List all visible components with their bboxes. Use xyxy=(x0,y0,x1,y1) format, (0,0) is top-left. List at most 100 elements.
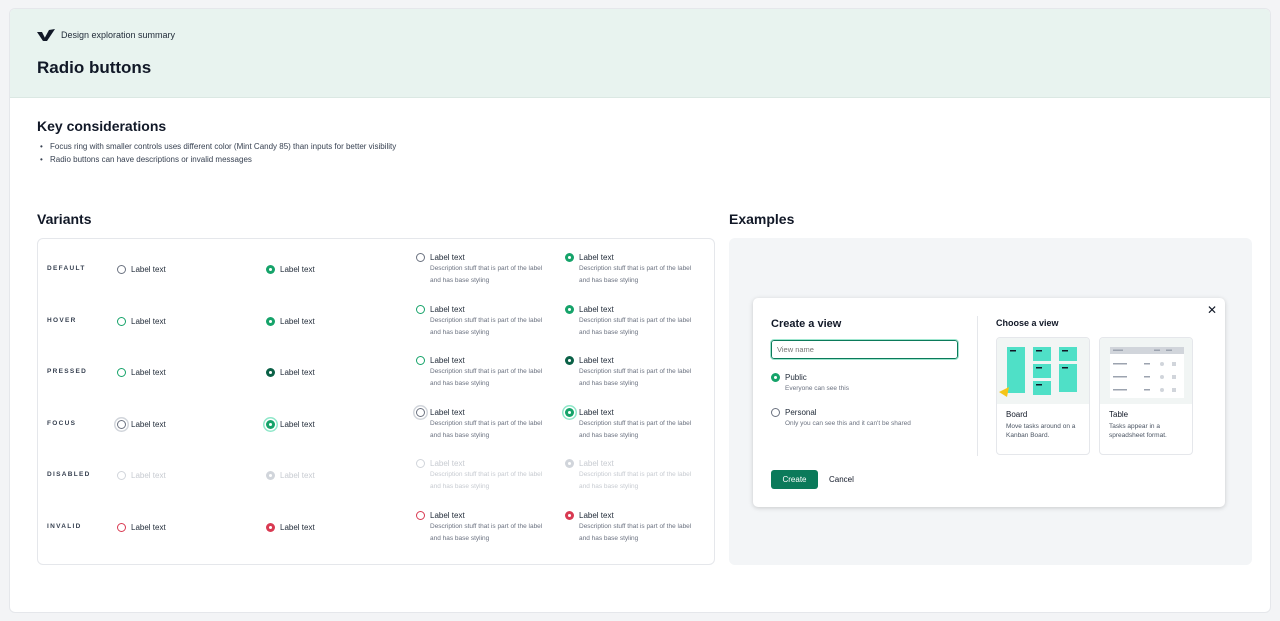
radio-checked-with-description[interactable]: Label text Description stuff that is part… xyxy=(565,252,699,287)
variant-state-label: FOCUS xyxy=(47,419,77,427)
variants-title: Variants xyxy=(37,211,92,227)
radio-unchecked-icon[interactable] xyxy=(117,265,126,274)
radio-unchecked-icon[interactable] xyxy=(416,407,425,417)
spreadsheet-icon xyxy=(1110,347,1184,398)
radio-checked: Label text xyxy=(266,470,315,481)
radio-label: Label text xyxy=(430,304,465,314)
examples-panel: ✕ Create a view Public Everyone can see … xyxy=(729,238,1252,565)
radio-unchecked[interactable]: Label text xyxy=(117,264,166,275)
radio-checked[interactable]: Label text xyxy=(266,316,315,327)
variant-state-label: DISABLED xyxy=(47,471,91,478)
radio-label: Label text xyxy=(280,471,315,480)
brand: Design exploration summary xyxy=(37,29,175,41)
radio-checked-icon xyxy=(565,459,574,468)
cancel-button[interactable]: Cancel xyxy=(829,470,854,489)
view-name: Table xyxy=(1109,410,1129,419)
radio-checked-icon[interactable] xyxy=(266,368,275,377)
radio-unchecked-icon[interactable] xyxy=(771,408,780,417)
radio-description: Description stuff that is part of the la… xyxy=(430,522,543,542)
radio-checked[interactable]: Label text xyxy=(266,419,315,430)
radio-description: Description stuff that is part of the la… xyxy=(430,316,543,336)
view-name: Board xyxy=(1006,410,1028,419)
radio-checked-icon xyxy=(266,471,275,480)
radio-unchecked-icon[interactable] xyxy=(117,522,126,532)
radio-unchecked[interactable]: Label text xyxy=(117,316,166,327)
radio-unchecked-with-description[interactable]: Label text Description stuff that is part… xyxy=(416,407,550,442)
radio-checked[interactable]: Label text xyxy=(266,522,315,533)
radio-unchecked-icon[interactable] xyxy=(117,419,126,429)
radio-checked-icon[interactable] xyxy=(565,356,574,365)
radio-checked-with-description[interactable]: Label text Description stuff that is part… xyxy=(565,304,699,339)
radio-unchecked-with-description[interactable]: Label text Description stuff that is part… xyxy=(416,252,550,287)
radio-label: Label text xyxy=(579,304,614,314)
radio-unchecked-icon[interactable] xyxy=(117,368,126,377)
page-title: Radio buttons xyxy=(37,58,152,77)
radio-unchecked-icon xyxy=(117,471,126,480)
radio-unchecked-icon[interactable] xyxy=(416,510,425,520)
close-icon[interactable]: ✕ xyxy=(1207,303,1217,317)
variant-row-disabled: DISABLED Label text Label text Label text De… xyxy=(38,454,716,505)
radio-description: Description stuff that is part of the la… xyxy=(579,368,692,387)
radio-checked-icon[interactable] xyxy=(565,407,574,417)
radio-checked[interactable]: Label text xyxy=(266,367,315,378)
radio-checked-icon[interactable] xyxy=(565,253,574,262)
radio-checked-with-description[interactable]: Label text Description stuff that is part… xyxy=(565,355,699,390)
radio-label: Label text xyxy=(579,459,614,468)
variant-row-invalid: INVALID Label text Label text Label text Des… xyxy=(38,506,716,557)
radio-checked-with-description[interactable]: Label text Description stuff that is part… xyxy=(565,510,699,545)
view-name-input[interactable] xyxy=(770,339,959,360)
radio-label: Label text xyxy=(430,407,465,417)
radio-description: Everyone can see this xyxy=(785,385,849,392)
radio-description: Description stuff that is part of the la… xyxy=(579,316,692,336)
radio-checked-icon[interactable] xyxy=(266,316,275,326)
radio-checked-icon[interactable] xyxy=(266,419,275,429)
radio-unchecked-icon[interactable] xyxy=(416,304,425,314)
radio-label: Public xyxy=(785,373,807,382)
variant-state-label: INVALID xyxy=(47,522,82,530)
examples-title: Examples xyxy=(729,211,795,227)
radio-unchecked-with-description[interactable]: Label text Description stuff that is part… xyxy=(416,304,550,339)
radio-label: Label text xyxy=(579,510,614,520)
radio-checked-icon[interactable] xyxy=(565,510,574,520)
radio-label: Label text xyxy=(131,419,166,429)
radio-unchecked-icon[interactable] xyxy=(416,356,425,365)
variant-state-label: PRESSED xyxy=(47,368,88,375)
radio-unchecked[interactable]: Label text xyxy=(117,367,166,378)
radio-unchecked[interactable]: Label text xyxy=(117,419,166,430)
radio-checked-icon[interactable] xyxy=(266,265,275,274)
radio-checked[interactable]: Label text xyxy=(266,264,315,275)
radio-checked-icon[interactable] xyxy=(565,304,574,314)
radio-checked-with-description[interactable]: Label text Description stuff that is part… xyxy=(565,407,699,442)
view-card-table[interactable]: Table Tasks appear in a spreadsheet form… xyxy=(1099,337,1193,455)
summary-card: Design exploration summary Radio buttons… xyxy=(9,8,1271,613)
radio-checked-icon[interactable] xyxy=(266,522,275,532)
radio-label: Label text xyxy=(280,522,315,532)
radio-checked-icon[interactable] xyxy=(771,373,780,382)
radio-label: Label text xyxy=(131,368,166,377)
radio-description: Description stuff that is part of the la… xyxy=(579,419,692,439)
radio-description: Description stuff that is part of the la… xyxy=(430,471,543,490)
choose-view-title: Choose a view xyxy=(996,318,1059,328)
radio-unchecked-with-description[interactable]: Label text Description stuff that is part… xyxy=(416,510,550,545)
radio-unchecked-icon[interactable] xyxy=(117,316,126,326)
variants-panel: DEFAULT Label text Label text Label text Des… xyxy=(37,238,715,565)
radio-label: Label text xyxy=(131,316,166,326)
variant-state-label: DEFAULT xyxy=(47,265,86,272)
page-header: Design exploration summary Radio buttons xyxy=(10,9,1270,98)
radio-unchecked-with-description[interactable]: Label text Description stuff that is part… xyxy=(416,355,550,390)
variant-state-label: HOVER xyxy=(47,316,77,324)
radio-label: Label text xyxy=(430,510,465,520)
radio-option-personal[interactable]: Personal Only you can see this and it ca… xyxy=(771,407,911,429)
create-button[interactable]: Create xyxy=(771,470,818,489)
radio-description: Description stuff that is part of the la… xyxy=(430,368,543,387)
view-card-board[interactable]: Board Move tasks around on a Kanban Boar… xyxy=(996,337,1090,455)
radio-unchecked: Label text xyxy=(117,470,166,481)
radio-label: Label text xyxy=(430,459,465,468)
key-considerations-title: Key considerations xyxy=(37,118,167,134)
radio-unchecked-with-description: Label text Description stuff that is part… xyxy=(416,458,550,493)
view-description: Move tasks around on a Kanban Board. xyxy=(1006,423,1076,439)
radio-unchecked-icon[interactable] xyxy=(416,253,425,262)
radio-option-public[interactable]: Public Everyone can see this xyxy=(771,372,849,394)
radio-unchecked[interactable]: Label text xyxy=(117,522,166,533)
kanban-board-icon xyxy=(999,347,1077,397)
